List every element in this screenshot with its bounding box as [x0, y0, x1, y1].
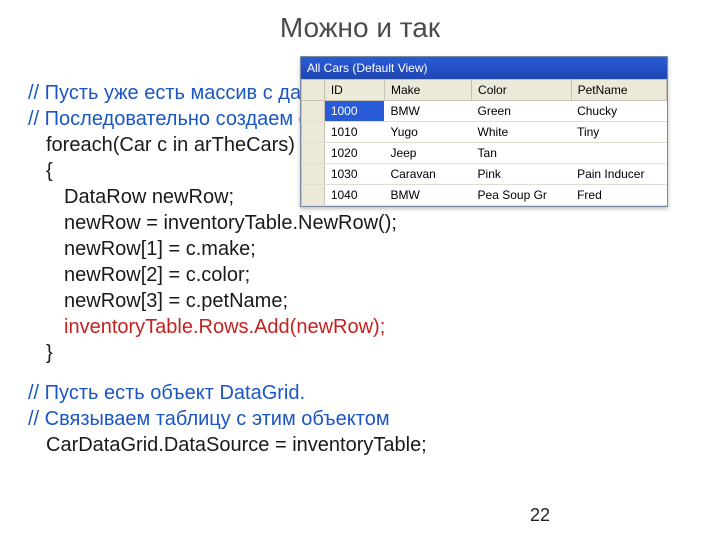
column-header-color[interactable]: Color [472, 80, 572, 101]
code-line: newRow = inventoryTable.NewRow(); [28, 210, 601, 236]
code-line: } [28, 340, 601, 366]
code-line-highlight: inventoryTable.Rows.Add(newRow); [28, 314, 601, 340]
table-row[interactable]: 1000 BMW Green Chucky [302, 101, 667, 122]
cell-petname[interactable]: Fred [571, 185, 666, 206]
cell-id[interactable]: 1000 [324, 101, 384, 122]
slide-title: Можно и так [0, 0, 720, 44]
code-line: CarDataGrid.DataSource = inventoryTable; [28, 432, 601, 458]
cell-color[interactable]: Pea Soup Gr [472, 185, 572, 206]
cell-id[interactable]: 1010 [324, 122, 384, 143]
table-header-row: ID Make Color PetName [302, 80, 667, 101]
datagrid-window: All Cars (Default View) ID Make Color Pe… [300, 56, 668, 207]
cell-make[interactable]: BMW [384, 185, 471, 206]
cell-petname[interactable]: Chucky [571, 101, 666, 122]
cell-make[interactable]: Caravan [384, 164, 471, 185]
table-row[interactable]: 1020 Jeep Tan [302, 143, 667, 164]
window-title: All Cars (Default View) [307, 61, 427, 75]
cell-color[interactable]: Green [472, 101, 572, 122]
cell-id[interactable]: 1020 [324, 143, 384, 164]
table-row[interactable]: 1010 Yugo White Tiny [302, 122, 667, 143]
page-number: 22 [530, 505, 550, 526]
column-header-make[interactable]: Make [384, 80, 471, 101]
cell-make[interactable]: BMW [384, 101, 471, 122]
cell-id[interactable]: 1030 [324, 164, 384, 185]
cell-petname[interactable]: Pain Inducer [571, 164, 666, 185]
table-row[interactable]: 1030 Caravan Pink Pain Inducer [302, 164, 667, 185]
row-selector[interactable] [302, 185, 325, 206]
cell-petname[interactable]: Tiny [571, 122, 666, 143]
cell-petname[interactable] [571, 143, 666, 164]
code-line: newRow[3] = c.petName; [28, 288, 601, 314]
cell-color[interactable]: Tan [472, 143, 572, 164]
cell-color[interactable]: Pink [472, 164, 572, 185]
table-row[interactable]: 1040 BMW Pea Soup Gr Fred [302, 185, 667, 206]
column-header-petname[interactable]: PetName [571, 80, 666, 101]
code-line: newRow[1] = c.make; [28, 236, 601, 262]
row-selector[interactable] [302, 143, 325, 164]
data-grid[interactable]: ID Make Color PetName 1000 BMW Green Chu… [301, 79, 667, 206]
cell-id[interactable]: 1040 [324, 185, 384, 206]
cell-make[interactable]: Yugo [384, 122, 471, 143]
column-header-id[interactable]: ID [324, 80, 384, 101]
code-comment: // Связываем таблицу c этим объектом [28, 406, 601, 432]
row-selector[interactable] [302, 101, 325, 122]
cell-make[interactable]: Jeep [384, 143, 471, 164]
row-selector[interactable] [302, 122, 325, 143]
header-corner [302, 80, 325, 101]
row-selector[interactable] [302, 164, 325, 185]
window-titlebar[interactable]: All Cars (Default View) [301, 57, 667, 79]
code-line: newRow[2] = c.color; [28, 262, 601, 288]
cell-color[interactable]: White [472, 122, 572, 143]
code-comment: // Пусть есть объект DataGrid. [28, 380, 601, 406]
